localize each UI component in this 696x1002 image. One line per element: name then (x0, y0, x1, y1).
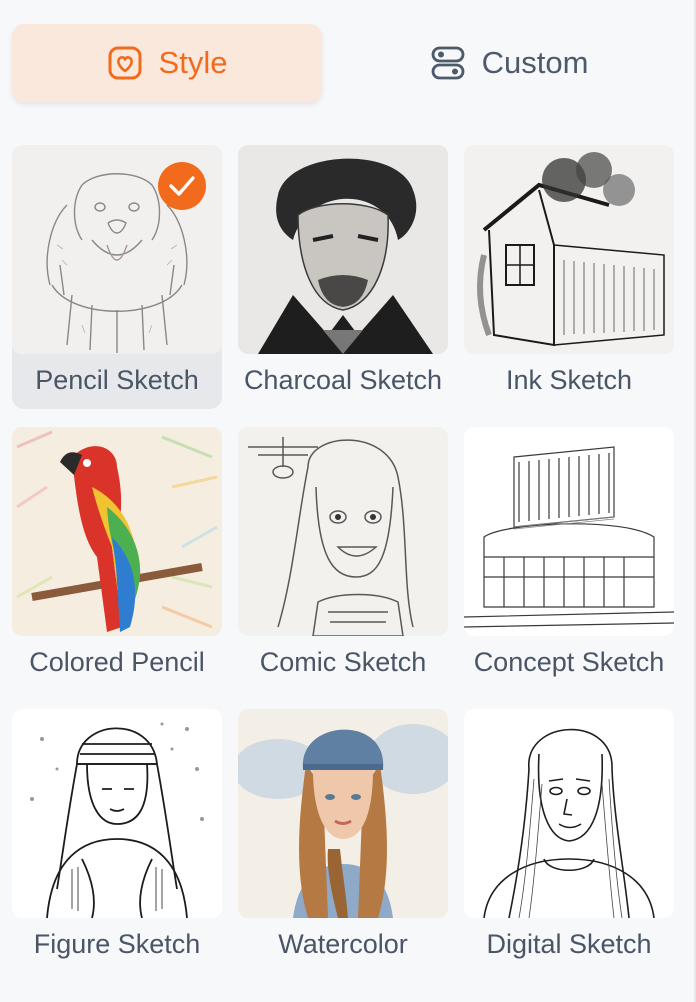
selected-check-icon (158, 162, 206, 210)
style-picker-panel: Style Custom Pencil Sketch Charcoal Sket… (0, 0, 696, 1002)
style-card-label: Comic Sketch (259, 647, 427, 677)
style-card-label: Digital Sketch (486, 929, 652, 959)
style-card-label: Watercolor (278, 929, 408, 959)
style-card-label: Ink Sketch (505, 365, 633, 395)
charcoal-sketch-thumbnail (238, 145, 448, 354)
comic-sketch-thumbnail (238, 427, 448, 636)
watercolor-thumbnail (238, 709, 448, 918)
style-card-label: Charcoal Sketch (243, 365, 443, 395)
tab-style-label: Style (158, 45, 228, 80)
style-card-concept-sketch[interactable]: Concept Sketch (464, 427, 674, 691)
style-card-ink-sketch[interactable]: Ink Sketch (464, 145, 674, 409)
toggle-sliders-icon (430, 45, 466, 81)
tab-custom[interactable]: Custom (354, 24, 664, 102)
style-card-comic-sketch[interactable]: Comic Sketch (238, 427, 448, 691)
style-card-label: Colored Pencil (29, 647, 205, 677)
ink-sketch-thumbnail (464, 145, 674, 354)
concept-sketch-thumbnail (464, 427, 674, 636)
style-card-label: Pencil Sketch (35, 365, 199, 395)
tab-custom-label: Custom (481, 45, 589, 80)
style-card-figure-sketch[interactable]: Figure Sketch (12, 709, 222, 973)
tab-bar: Style Custom (12, 24, 672, 104)
digital-sketch-thumbnail (464, 709, 674, 918)
style-card-label: Concept Sketch (473, 647, 665, 677)
style-card-watercolor[interactable]: Watercolor (238, 709, 448, 973)
figure-sketch-thumbnail (12, 709, 222, 918)
style-card-label: Figure Sketch (33, 929, 201, 959)
style-card-charcoal-sketch[interactable]: Charcoal Sketch (238, 145, 448, 409)
style-card-colored-pencil[interactable]: Colored Pencil (12, 427, 222, 691)
tab-style[interactable]: Style (12, 24, 322, 102)
colored-pencil-thumbnail (12, 427, 222, 636)
heart-frame-icon (107, 45, 143, 81)
style-card-pencil-sketch[interactable]: Pencil Sketch (12, 145, 222, 409)
style-card-digital-sketch[interactable]: Digital Sketch (464, 709, 674, 973)
